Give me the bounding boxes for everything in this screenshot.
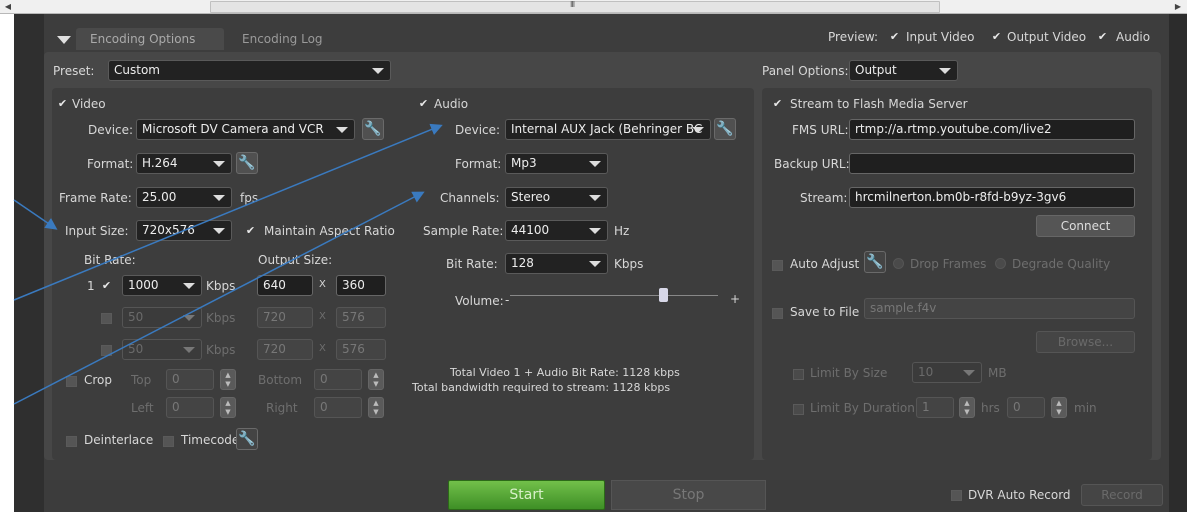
annotation-arrows xyxy=(13,123,443,405)
annotation-arrow-audio-device xyxy=(13,123,443,301)
annotation-arrow-channels xyxy=(13,191,425,405)
annotation-arrow-input-size xyxy=(13,199,58,230)
